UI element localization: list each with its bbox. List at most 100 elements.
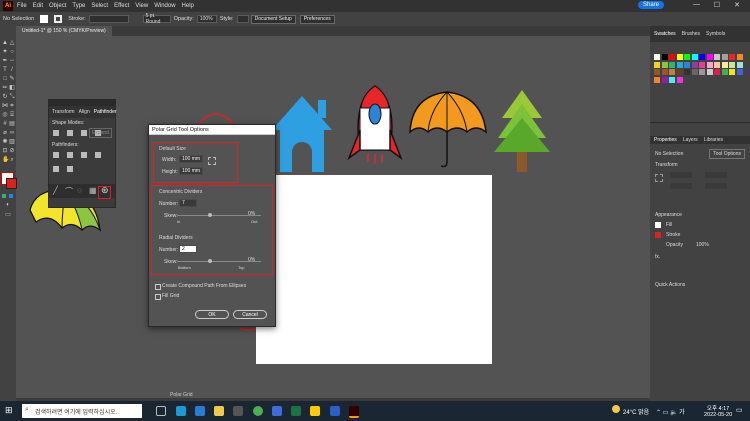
trim-icon[interactable] [67, 152, 73, 158]
windows-start-icon[interactable]: ⊞ [5, 405, 13, 416]
artboard[interactable] [256, 175, 492, 364]
color-swatch[interactable] [669, 69, 675, 75]
color-swatch[interactable] [691, 54, 698, 60]
weather-text[interactable]: 24°C 맑음 [623, 407, 649, 416]
concentric-number-input[interactable]: 7 [179, 199, 197, 207]
color-swatch[interactable] [654, 69, 660, 75]
minus-back-icon[interactable] [67, 166, 73, 172]
color-swatch[interactable] [736, 54, 743, 60]
task-view-icon[interactable] [156, 406, 166, 416]
color-swatch[interactable] [699, 54, 705, 60]
color-swatch[interactable] [661, 61, 668, 68]
divide-icon[interactable] [53, 152, 59, 158]
opacity-value[interactable]: 100% [696, 242, 709, 248]
store-icon[interactable] [233, 406, 243, 416]
tab-symbols[interactable]: Symbols [706, 31, 725, 37]
w-field[interactable] [705, 172, 727, 178]
color-swatch[interactable] [684, 61, 690, 68]
intersect-icon[interactable] [81, 130, 87, 136]
tab-swatches[interactable]: Swatches [654, 31, 676, 37]
arc-tool-icon[interactable]: ⌒ [65, 186, 73, 197]
outline-icon[interactable] [53, 166, 59, 172]
kakaotalk-icon[interactable] [310, 406, 320, 416]
fx-button[interactable]: fx. [655, 254, 660, 260]
reference-point-icon[interactable] [655, 174, 663, 182]
color-swatch[interactable] [721, 61, 728, 68]
color-swatch[interactable] [669, 76, 675, 83]
app-icon-2[interactable] [330, 406, 340, 416]
tab-brushes[interactable]: Brushes [682, 31, 700, 37]
tab-layers[interactable]: Layers [683, 137, 698, 143]
h-field[interactable] [705, 183, 727, 189]
compound-path-checkbox[interactable] [155, 284, 161, 290]
color-swatch[interactable] [691, 61, 698, 68]
color-swatch[interactable] [661, 76, 668, 83]
crop-icon[interactable] [95, 152, 101, 158]
tab-pathfinder[interactable]: Pathfinder [94, 109, 117, 115]
color-swatch[interactable] [669, 54, 675, 60]
color-swatch[interactable] [736, 69, 743, 75]
reference-point-icon[interactable] [208, 157, 216, 165]
edge-browser-icon[interactable] [195, 406, 205, 416]
line-segment-icon[interactable]: ╱ [53, 186, 58, 195]
swatch-grid[interactable] [654, 54, 746, 94]
color-swatch[interactable] [714, 61, 720, 68]
color-swatch[interactable] [654, 54, 660, 60]
color-swatch[interactable] [654, 61, 660, 68]
taskbar-search-input[interactable]: 검색하려면 여기에 입력하십시오. [22, 404, 142, 418]
unite-icon[interactable] [53, 130, 59, 136]
color-swatch[interactable] [669, 61, 675, 68]
spiral-tool-icon[interactable]: ◌ [77, 186, 82, 195]
illustrator-taskbar-icon[interactable] [349, 406, 359, 418]
chrome-icon[interactable] [253, 406, 263, 416]
color-swatch[interactable] [654, 76, 660, 83]
color-swatch[interactable] [736, 61, 743, 68]
notifications-icon[interactable]: ▭ [736, 406, 743, 414]
excel-icon[interactable] [291, 406, 301, 416]
color-swatch[interactable] [729, 54, 735, 60]
radial-skew-knob[interactable] [208, 259, 212, 263]
color-swatch[interactable] [676, 61, 683, 68]
color-swatch[interactable] [684, 54, 690, 60]
color-swatch[interactable] [676, 76, 683, 83]
tool-options-button[interactable]: Tool Options [709, 149, 745, 159]
color-swatch[interactable] [706, 54, 713, 60]
color-swatch[interactable] [661, 69, 668, 75]
fill-swatch[interactable] [655, 222, 661, 228]
clock[interactable]: 오후 4:17 2022-05-20 [704, 404, 732, 418]
color-swatch[interactable] [691, 69, 698, 75]
y-field[interactable] [670, 183, 692, 189]
merge-icon[interactable] [81, 152, 87, 158]
color-swatch[interactable] [661, 54, 668, 60]
color-swatch[interactable] [706, 69, 713, 75]
width-input[interactable]: 100 mm [179, 155, 203, 163]
color-swatch[interactable] [721, 54, 728, 60]
height-input[interactable]: 100 mm [179, 167, 203, 175]
color-swatch[interactable] [699, 69, 705, 75]
expand-button[interactable]: Expand [89, 128, 112, 138]
radial-number-input[interactable]: 2 [179, 245, 197, 253]
minus-front-icon[interactable] [67, 130, 73, 136]
color-swatch[interactable] [676, 69, 683, 75]
tray-icons[interactable]: ⌃ ▭ 🔈 가 [656, 407, 685, 416]
edge-icon[interactable] [176, 406, 186, 416]
color-swatch[interactable] [714, 54, 720, 60]
tab-transform[interactable]: Transform [52, 109, 75, 115]
color-swatch[interactable] [729, 69, 735, 75]
app-icon[interactable] [272, 406, 282, 416]
color-swatch[interactable] [706, 61, 713, 68]
x-field[interactable] [670, 172, 692, 178]
color-swatch[interactable] [684, 69, 690, 75]
tab-properties[interactable]: Properties [654, 137, 677, 143]
rectangular-grid-icon[interactable]: ▦ [89, 186, 97, 195]
tab-align[interactable]: Align [79, 109, 90, 115]
cancel-button[interactable]: Cancel [233, 310, 267, 319]
tab-libraries[interactable]: Libraries [704, 137, 723, 143]
stroke-swatch[interactable] [655, 232, 661, 238]
file-explorer-icon[interactable] [214, 406, 224, 416]
color-swatch[interactable] [721, 69, 728, 75]
color-swatch[interactable] [729, 61, 735, 68]
ok-button[interactable]: OK [195, 310, 229, 319]
color-swatch[interactable] [699, 61, 705, 68]
color-swatch[interactable] [714, 69, 720, 75]
